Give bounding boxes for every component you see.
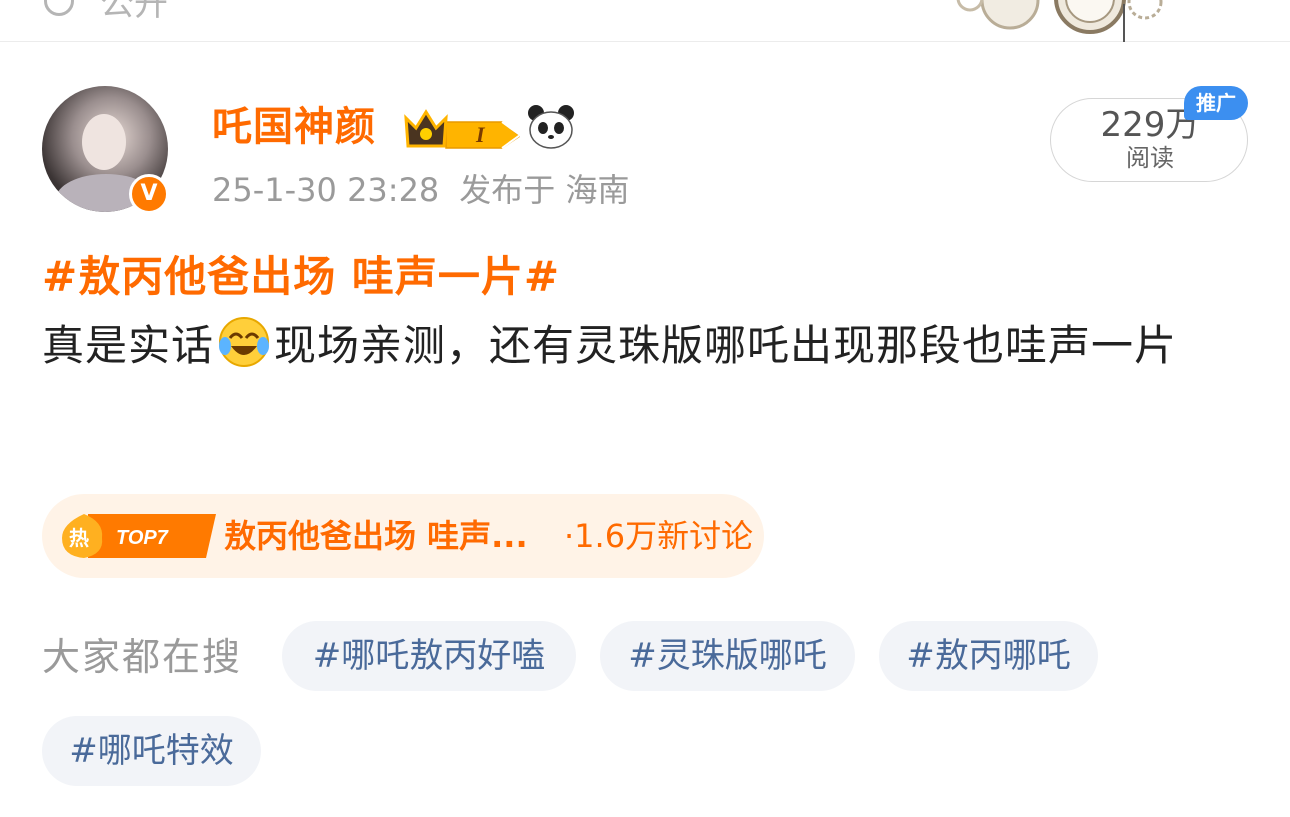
visibility-label: 公开 [100, 0, 168, 24]
search-tag[interactable]: #哪吒敖丙好嗑 [282, 621, 576, 691]
author-name[interactable]: 吒国神颜 [212, 100, 376, 154]
search-tag[interactable]: #哪吒特效 [42, 716, 261, 786]
clock-decoration-icon [956, 0, 1163, 42]
hot-rank-text: TOP7 [116, 527, 169, 549]
top-bar: 公开 [0, 0, 1290, 42]
post-body-text-2: 现场亲测，还有灵珠版哪吒出现那段也哇声一片 [274, 321, 1178, 370]
post-meta: 25-1-30 23:28 发布于 海南 [212, 168, 629, 212]
panda-icon [528, 105, 574, 149]
hot-rank-badge: 热 TOP7 [62, 514, 216, 558]
hot-topic-title: 敖丙他爸出场 哇声... [224, 517, 528, 555]
post-timestamp: 25-1-30 23:28 [212, 171, 440, 209]
trending-searches-label: 大家都在搜 [42, 635, 243, 679]
post-location: 发布于 海南 [459, 171, 630, 209]
promo-badge: 推广 [1184, 86, 1248, 120]
post-topic-hashtag[interactable]: #敖丙他爸出场 哇声一片# [42, 245, 560, 309]
level-badge-text: I [475, 122, 486, 147]
search-tag[interactable]: #敖丙哪吒 [879, 621, 1098, 691]
avatar-face [82, 114, 126, 170]
post-body: 真是实话 现场亲测，还有灵珠版哪吒出现那段也哇声一片 [42, 314, 1252, 378]
hot-fire-text: 热 [69, 526, 89, 550]
search-tag[interactable]: #灵珠版哪吒 [600, 621, 855, 691]
verified-badge: V [129, 174, 169, 214]
read-label: 阅读 [1126, 144, 1174, 172]
crown-icon: I [404, 109, 520, 149]
visibility-icon [44, 0, 74, 16]
laugh-cry-emoji [219, 317, 270, 367]
post-body-text-1: 真是实话 [42, 321, 215, 370]
hot-topic-pill[interactable]: 热 TOP7 敖丙他爸出场 哇声... ·1.6万新讨论 [42, 494, 764, 578]
hot-topic-discussion: ·1.6万新讨论 [564, 517, 754, 555]
